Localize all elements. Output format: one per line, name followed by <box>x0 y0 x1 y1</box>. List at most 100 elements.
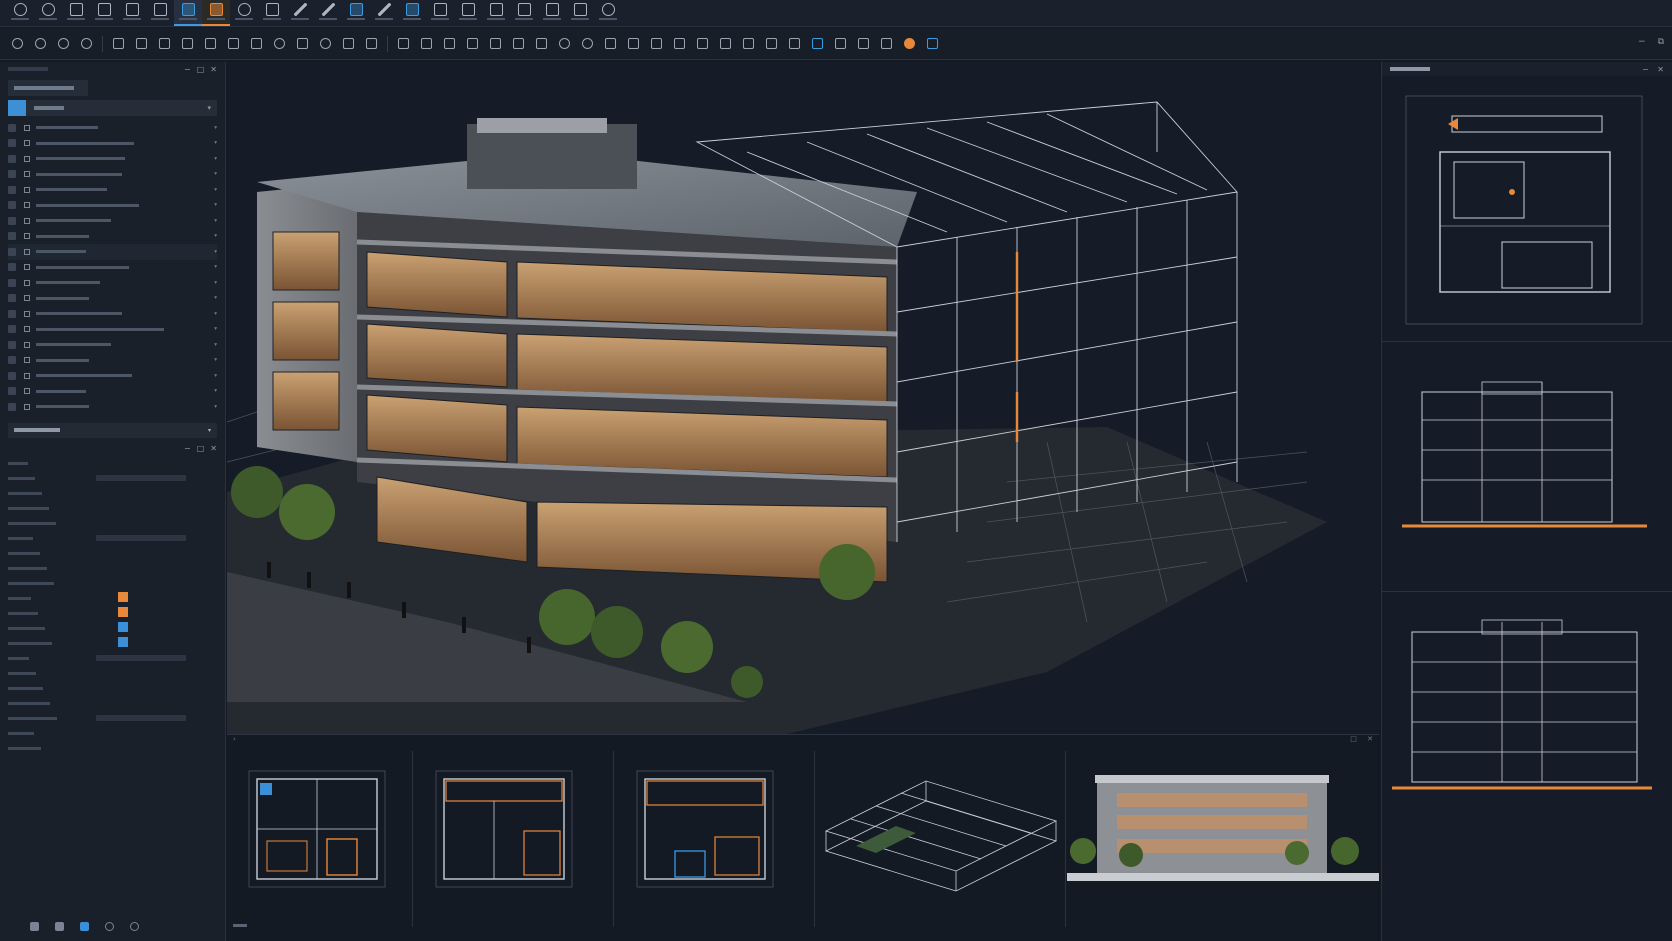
visibility-checkbox[interactable] <box>8 216 16 225</box>
model-icon[interactable] <box>80 922 89 931</box>
property-row[interactable] <box>8 681 217 696</box>
toolbar-button[interactable] <box>898 33 921 55</box>
chevron-down-icon[interactable]: ▾ <box>214 202 217 208</box>
ribbon-tool-grid[interactable] <box>146 0 174 26</box>
ribbon-tool-annotate[interactable] <box>230 0 258 26</box>
toolbar-button[interactable] <box>691 33 714 55</box>
minimize-icon[interactable]: − <box>184 444 191 453</box>
tree-row[interactable]: ▾ <box>8 337 217 353</box>
toolbar-button[interactable] <box>737 33 760 55</box>
tree-row[interactable]: ▾ <box>8 275 217 291</box>
ribbon-tool-settings[interactable] <box>6 0 34 26</box>
property-row[interactable] <box>8 516 217 531</box>
property-row[interactable] <box>8 531 217 546</box>
property-row[interactable] <box>8 606 217 621</box>
ribbon-tool-image[interactable] <box>398 0 426 26</box>
tree-row[interactable]: ▾ <box>8 244 217 260</box>
toolbar-button[interactable] <box>530 33 553 55</box>
property-value[interactable] <box>88 607 217 619</box>
section-header[interactable]: ▾ <box>8 422 217 438</box>
tree-row[interactable]: ▾ <box>8 322 217 338</box>
chevron-down-icon[interactable]: ▾ <box>208 427 211 434</box>
property-value[interactable] <box>88 592 217 604</box>
visibility-checkbox[interactable] <box>8 263 16 272</box>
chevron-down-icon[interactable]: ▾ <box>214 140 217 146</box>
property-value[interactable] <box>88 715 217 721</box>
chevron-down-icon[interactable]: ▾ <box>214 171 217 177</box>
chevron-down-icon[interactable]: ▾ <box>214 342 217 348</box>
tree-row[interactable]: ▾ <box>8 384 217 400</box>
layers-icon[interactable] <box>30 922 39 931</box>
ribbon-tool-model[interactable] <box>202 0 230 26</box>
property-row[interactable] <box>8 591 217 606</box>
property-row[interactable] <box>8 576 217 591</box>
visibility-checkbox[interactable] <box>8 123 16 132</box>
3d-viewport[interactable] <box>227 62 1379 734</box>
toolbar-button[interactable] <box>484 33 507 55</box>
render-thumbnail[interactable] <box>1067 751 1379 927</box>
color-swatch[interactable] <box>118 637 128 647</box>
visibility-checkbox[interactable] <box>8 170 16 179</box>
color-swatch[interactable] <box>118 592 128 602</box>
floor-plan-thumbnail-1[interactable] <box>227 751 413 927</box>
toolbar-button[interactable] <box>75 33 98 55</box>
floor-plan-thumbnail-3[interactable] <box>615 751 815 927</box>
ribbon-tool-stack[interactable] <box>118 0 146 26</box>
elevation-view-1[interactable] <box>1382 342 1672 592</box>
tree-row[interactable]: ▾ <box>8 167 217 183</box>
toolbar-button[interactable] <box>783 33 806 55</box>
tree-row[interactable]: ▾ <box>8 136 217 152</box>
toolbar-button[interactable] <box>645 33 668 55</box>
property-row[interactable] <box>8 456 217 471</box>
toolbar-button[interactable] <box>438 33 461 55</box>
visibility-checkbox[interactable] <box>8 294 16 303</box>
tree-row[interactable]: ▾ <box>8 368 217 384</box>
tree-row[interactable]: ▾ <box>8 182 217 198</box>
ribbon-tool-render[interactable] <box>454 0 482 26</box>
toolbar-button[interactable] <box>6 33 29 55</box>
tree-row[interactable]: ▾ <box>8 229 217 245</box>
property-value[interactable] <box>88 535 217 541</box>
property-value[interactable] <box>88 475 217 481</box>
toolbar-button[interactable] <box>576 33 599 55</box>
close-icon[interactable]: ✕ <box>210 444 217 453</box>
toolbar-button[interactable] <box>714 33 737 55</box>
chevron-down-icon[interactable]: ▾ <box>214 249 217 255</box>
toolbar-button[interactable] <box>806 33 829 55</box>
toolbar-button[interactable] <box>29 33 52 55</box>
tree-row[interactable]: ▾ <box>8 260 217 276</box>
filter-icon[interactable] <box>8 100 26 116</box>
property-row[interactable] <box>8 696 217 711</box>
chevron-down-icon[interactable]: ▾ <box>214 311 217 317</box>
close-icon[interactable]: ✕ <box>1367 735 1373 743</box>
ribbon-tool-sketch[interactable] <box>314 0 342 26</box>
property-row[interactable] <box>8 621 217 636</box>
restore-icon[interactable]: □ <box>197 444 205 453</box>
views-tab[interactable] <box>1390 67 1430 71</box>
toolbar-button[interactable] <box>222 33 245 55</box>
tree-row[interactable]: ▾ <box>8 353 217 369</box>
visibility-checkbox[interactable] <box>8 371 16 380</box>
filter-row[interactable]: ▾ <box>8 100 217 116</box>
visibility-checkbox[interactable] <box>8 232 16 241</box>
minimize-icon[interactable]: − <box>184 65 191 74</box>
tree-row[interactable]: ▾ <box>8 213 217 229</box>
toolbar-button[interactable] <box>852 33 875 55</box>
close-icon[interactable]: ✕ <box>210 65 217 74</box>
toolbar-button[interactable] <box>392 33 415 55</box>
tree-row[interactable]: ▾ <box>8 306 217 322</box>
toolbar-button[interactable] <box>461 33 484 55</box>
panel-tab[interactable] <box>8 80 88 96</box>
visibility-checkbox[interactable] <box>8 402 16 411</box>
minimize-icon[interactable]: − <box>1638 37 1646 47</box>
restore-icon[interactable]: □ <box>1350 735 1357 743</box>
restore-icon[interactable]: □ <box>197 65 205 74</box>
chevron-down-icon[interactable]: ▾ <box>214 388 217 394</box>
chevron-down-icon[interactable]: ▾ <box>214 156 217 162</box>
ribbon-tool-schedule[interactable] <box>482 0 510 26</box>
property-row[interactable] <box>8 741 217 756</box>
visibility-checkbox[interactable] <box>8 139 16 148</box>
toolbar-button[interactable] <box>199 33 222 55</box>
ribbon-tool-analyze[interactable] <box>510 0 538 26</box>
toolbar-button[interactable] <box>176 33 199 55</box>
